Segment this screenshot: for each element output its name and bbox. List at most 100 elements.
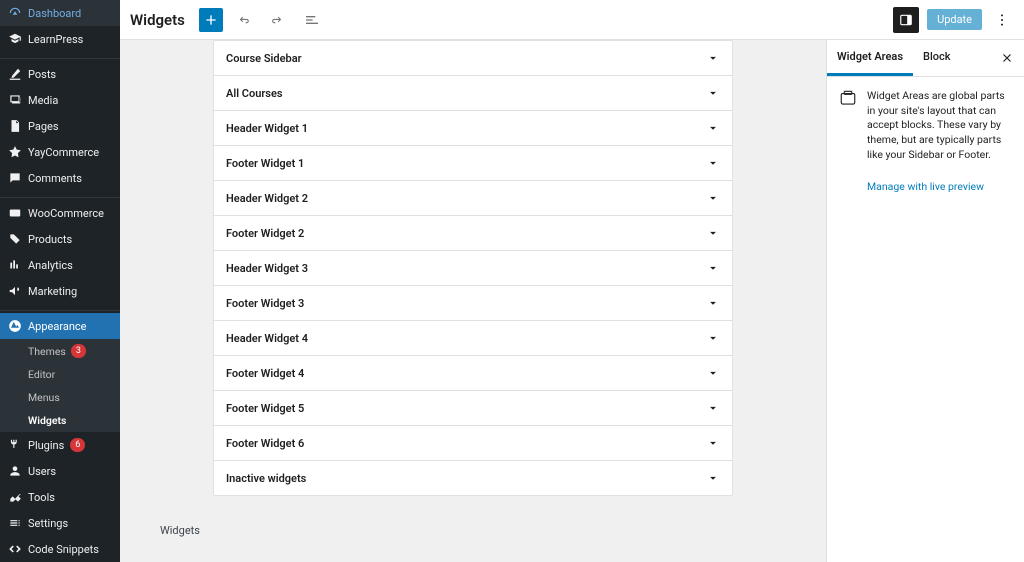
menu-label: Appearance [28, 320, 87, 333]
widget-area-panel[interactable]: Footer Widget 1 [214, 146, 732, 181]
settings-icon [8, 516, 22, 530]
menu-item-posts[interactable]: Posts [0, 61, 120, 87]
menu-item-code-snippets[interactable]: Code Snippets [0, 536, 120, 562]
close-inspector-button[interactable] [990, 43, 1024, 73]
tab-block[interactable]: Block [913, 40, 960, 76]
settings-toggle-button[interactable] [893, 7, 919, 33]
menu-label: YayCommerce [28, 146, 99, 159]
menu-item-analytics[interactable]: Analytics [0, 252, 120, 278]
widget-area-panel[interactable]: Header Widget 1 [214, 111, 732, 146]
menu-item-learnpress[interactable]: LearnPress [0, 26, 120, 52]
widget-area-panel[interactable]: Header Widget 4 [214, 321, 732, 356]
submenu-item-widgets[interactable]: Widgets [0, 409, 120, 432]
menu-item-comments[interactable]: Comments [0, 165, 120, 191]
widget-area-panel[interactable]: Footer Widget 4 [214, 356, 732, 391]
appearance-icon [8, 319, 22, 333]
editor-canvas[interactable]: Course Sidebar All Courses Header Widget 1… [120, 40, 826, 562]
submenu-label: Themes [28, 345, 66, 358]
menu-item-marketing[interactable]: Marketing [0, 278, 120, 304]
menu-item-appearance[interactable]: Appearance [0, 313, 120, 339]
menu-separator [0, 54, 120, 59]
widget-area-title: All Courses [226, 87, 283, 100]
widget-area-title: Footer Widget 5 [226, 402, 304, 415]
menu-item-woocommerce[interactable]: WooCommerce [0, 200, 120, 226]
widget-area-panel[interactable]: Course Sidebar [214, 41, 732, 76]
admin-sidebar: Dashboard LearnPress Posts Media Pages YayCom… [0, 0, 120, 562]
yay-icon [8, 145, 22, 159]
chevron-down-icon [706, 261, 720, 275]
widget-area-panel[interactable]: Header Widget 2 [214, 181, 732, 216]
products-icon [8, 232, 22, 246]
footer-breadcrumb[interactable]: Widgets [160, 516, 786, 547]
widget-area-panel[interactable]: Inactive widgets [214, 461, 732, 495]
undo-button[interactable] [231, 7, 257, 33]
plugins-icon [8, 438, 22, 452]
menu-item-media[interactable]: Media [0, 87, 120, 113]
submenu-item-menus[interactable]: Menus [0, 386, 120, 409]
submenu-label: Editor [28, 368, 55, 381]
widget-area-panel[interactable]: Header Widget 3 [214, 251, 732, 286]
snippets-icon [8, 542, 22, 556]
redo-button[interactable] [265, 7, 291, 33]
chevron-down-icon [706, 121, 720, 135]
page-title: Widgets [130, 11, 185, 29]
main-area: Widgets Update Course S [120, 0, 1024, 562]
widget-area-panel[interactable]: Footer Widget 2 [214, 216, 732, 251]
more-vertical-icon [994, 12, 1010, 28]
menu-item-dashboard[interactable]: Dashboard [0, 0, 120, 26]
more-options-button[interactable] [990, 8, 1014, 32]
sidebar-panel-icon [899, 13, 913, 27]
menu-label: Settings [28, 517, 68, 530]
add-block-button[interactable] [199, 8, 223, 32]
chevron-down-icon [706, 296, 720, 310]
inspector-panel: Widget Areas Block Widget Areas are glob… [826, 40, 1024, 562]
menu-item-yaycommerce[interactable]: YayCommerce [0, 139, 120, 165]
widget-area-title: Footer Widget 6 [226, 437, 304, 450]
widget-area-title: Course Sidebar [226, 52, 302, 65]
chevron-down-icon [706, 331, 720, 345]
update-button[interactable]: Update [927, 9, 982, 30]
chevron-down-icon [706, 436, 720, 450]
menu-label: Analytics [28, 259, 73, 272]
dashboard-icon [8, 6, 22, 20]
widget-area-title: Inactive widgets [226, 472, 306, 485]
chevron-down-icon [706, 156, 720, 170]
widget-area-panel[interactable]: All Courses [214, 76, 732, 111]
learnpress-icon [8, 32, 22, 46]
widget-area-panel[interactable]: Footer Widget 5 [214, 391, 732, 426]
widget-area-panel[interactable]: Footer Widget 3 [214, 286, 732, 321]
submenu-label: Widgets [28, 414, 66, 427]
menu-label: Plugins [28, 439, 64, 452]
menu-label: Dashboard [28, 7, 81, 20]
menu-item-settings[interactable]: Settings [0, 510, 120, 536]
menu-item-plugins[interactable]: Plugins6 [0, 432, 120, 458]
menu-item-products[interactable]: Products [0, 226, 120, 252]
widget-area-title: Header Widget 1 [226, 122, 308, 135]
submenu-item-themes[interactable]: Themes 3 [0, 339, 120, 363]
pages-icon [8, 119, 22, 133]
menu-separator [0, 193, 120, 198]
submenu-item-editor[interactable]: Editor [0, 363, 120, 386]
menu-item-pages[interactable]: Pages [0, 113, 120, 139]
close-icon [1000, 51, 1014, 65]
list-view-button[interactable] [299, 7, 325, 33]
menu-label: Comments [28, 172, 82, 185]
count-badge: 3 [71, 344, 86, 358]
chevron-down-icon [706, 471, 720, 485]
posts-icon [8, 67, 22, 81]
manage-live-preview-link[interactable]: Manage with live preview [827, 174, 1024, 205]
media-icon [8, 93, 22, 107]
submenu-label: Menus [28, 391, 60, 404]
menu-separator [0, 306, 120, 311]
menu-label: LearnPress [28, 33, 83, 46]
menu-label: Products [28, 233, 72, 246]
chevron-down-icon [706, 86, 720, 100]
chevron-down-icon [706, 226, 720, 240]
tab-widget-areas[interactable]: Widget Areas [827, 40, 913, 76]
comments-icon [8, 171, 22, 185]
inspector-description: Widget Areas are global parts in your si… [867, 89, 1012, 162]
menu-item-users[interactable]: Users [0, 458, 120, 484]
widget-area-panel[interactable]: Footer Widget 6 [214, 426, 732, 461]
menu-item-tools[interactable]: Tools [0, 484, 120, 510]
menu-label: Media [28, 94, 58, 107]
